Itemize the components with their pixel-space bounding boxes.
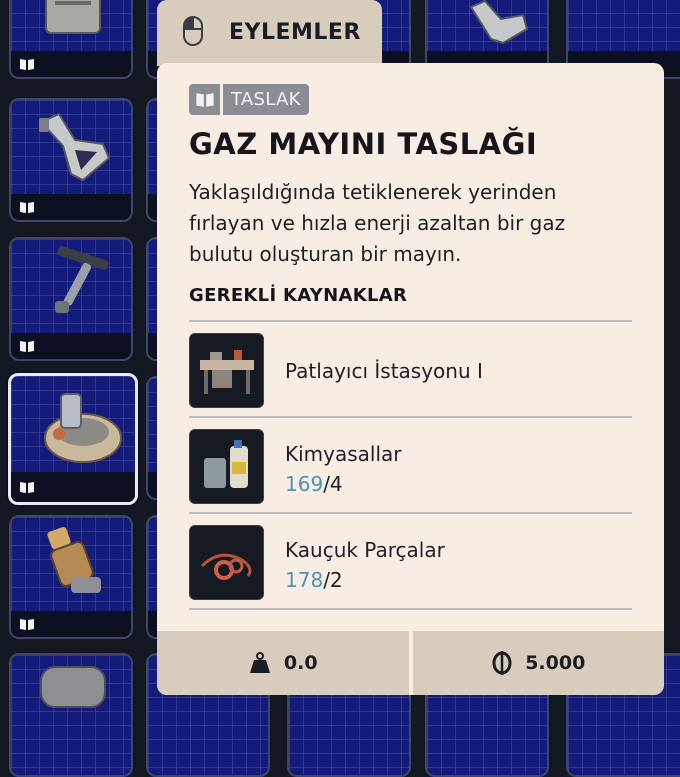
weight-icon (249, 652, 270, 673)
requirements-list: Patlayıcı İstasyonu I Kimyasallar 169/4 (189, 320, 632, 610)
actions-tab[interactable]: EYLEMLER (157, 0, 382, 66)
required-amount: /2 (323, 568, 343, 592)
item-image (45, 0, 101, 34)
requirement-name: Kauçuk Parçalar (285, 538, 445, 562)
requirement-row: Patlayıcı İstasyonu I (189, 320, 632, 416)
book-icon (189, 84, 220, 115)
item-type-tag: TASLAK (189, 84, 309, 115)
item-image (55, 245, 109, 313)
item-price: 5.000 (408, 631, 665, 695)
coin-icon (492, 651, 512, 675)
inventory-slot[interactable] (9, 0, 133, 79)
item-image (39, 112, 111, 182)
item-type-label: TASLAK (223, 84, 309, 115)
actions-label: EYLEMLER (229, 20, 361, 45)
required-amount: /4 (323, 472, 343, 496)
requirements-heading: GEREKLİ KAYNAKLAR (189, 285, 408, 306)
owned-amount: 178 (285, 568, 324, 592)
item-image (47, 526, 101, 593)
requirement-row: Kauçuk Parçalar 178/2 (189, 512, 632, 610)
rubber-parts-icon (189, 525, 264, 600)
book-icon (20, 341, 34, 352)
owned-amount: 169 (285, 472, 324, 496)
requirement-quantity: 169/4 (285, 472, 343, 496)
price-value: 5.000 (525, 652, 586, 674)
chemicals-icon (189, 429, 264, 504)
mouse-icon (183, 16, 203, 46)
workbench-icon (189, 333, 264, 408)
item-weight: 0.0 (157, 631, 409, 695)
item-details-panel: TASLAK GAZ MAYINI TASLAĞI Yaklaşıldığınd… (157, 63, 664, 695)
inventory-slot[interactable] (9, 237, 133, 361)
inventory-slot[interactable] (9, 515, 133, 639)
requirement-row: Kimyasallar 169/4 (189, 416, 632, 512)
requirement-quantity: 178/2 (285, 568, 343, 592)
book-icon (20, 59, 34, 70)
requirement-name: Patlayıcı İstasyonu I (285, 359, 483, 383)
book-icon (20, 482, 34, 493)
requirement-name: Kimyasallar (285, 442, 402, 466)
gas-mine-item-image (44, 393, 122, 463)
item-image (469, 0, 529, 45)
book-icon (20, 619, 34, 630)
item-stats-footer: 0.0 5.000 (157, 631, 664, 695)
item-title: GAZ MAYINI TASLAĞI (189, 127, 538, 161)
item-image (40, 666, 106, 708)
selected-inventory-slot[interactable] (8, 373, 138, 505)
item-description: Yaklaşıldığında tetiklenerek yerinden fı… (189, 180, 566, 266)
inventory-slot[interactable] (9, 98, 133, 222)
weight-value: 0.0 (283, 652, 318, 674)
inventory-slot[interactable] (9, 653, 133, 777)
book-icon (20, 202, 34, 213)
